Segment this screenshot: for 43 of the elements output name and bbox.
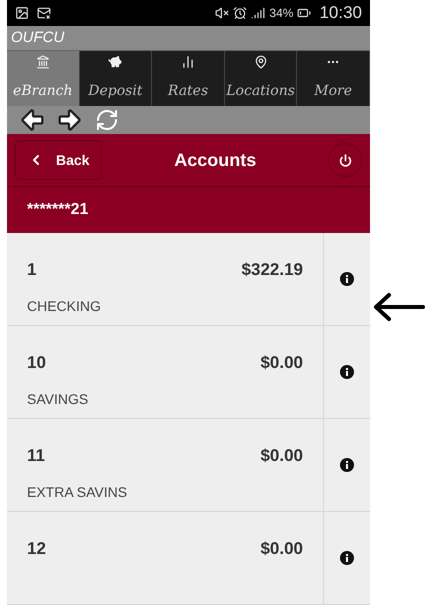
back-button[interactable]: Back xyxy=(15,140,102,180)
nav-tab[interactable]: Rates xyxy=(152,50,225,106)
account-row[interactable]: 12 $0.00 xyxy=(7,512,370,605)
logout-button[interactable] xyxy=(328,143,362,178)
piggy-bank-icon xyxy=(108,54,122,69)
info-icon[interactable] xyxy=(340,365,354,380)
app-title: OUFCU xyxy=(11,28,64,48)
map-pin-icon xyxy=(254,54,268,69)
member-number: *******21 xyxy=(27,200,88,220)
info-icon[interactable] xyxy=(340,272,354,286)
bar-chart-icon xyxy=(180,54,195,69)
bank-icon xyxy=(36,54,50,69)
nav-tab[interactable]: Deposit xyxy=(80,50,152,106)
power-icon xyxy=(338,154,352,167)
info-icon[interactable] xyxy=(340,458,354,472)
nav-tab[interactable]: eBranch xyxy=(7,50,80,106)
mute-icon xyxy=(215,6,230,20)
account-type: SAVINGS xyxy=(27,390,88,407)
account-number: 12 xyxy=(27,538,46,560)
signal-icon xyxy=(251,6,266,20)
nav-tab[interactable]: Locations xyxy=(224,50,298,106)
account-balance: $0.00 xyxy=(260,538,303,560)
account-row[interactable]: 1 $322.19 CHECKING xyxy=(7,233,370,326)
account-number: 1 xyxy=(27,259,36,282)
refresh-icon[interactable] xyxy=(95,108,119,132)
account-balance: $0.00 xyxy=(260,352,303,374)
account-type: EXTRA SAVINS xyxy=(27,484,128,500)
mail-icon xyxy=(37,6,51,20)
nav-tab[interactable]: More xyxy=(297,50,370,106)
image-icon xyxy=(15,6,29,20)
account-row[interactable]: 10 $0.00 SAVINGS xyxy=(7,326,370,420)
alarm-icon xyxy=(233,6,248,20)
account-number: 11 xyxy=(27,445,45,468)
account-row[interactable]: 11 $0.00 EXTRA SAVINS xyxy=(7,419,370,512)
info-icon[interactable] xyxy=(340,551,354,566)
account-number: 10 xyxy=(27,352,46,374)
page-title: Accounts xyxy=(173,148,258,172)
pointer-arrow-drawing xyxy=(373,292,425,322)
account-balance: $0.00 xyxy=(260,445,303,468)
battery-percent: 34% xyxy=(269,5,294,22)
account-type: CHECKING xyxy=(27,298,101,314)
account-balance: $322.19 xyxy=(242,259,303,282)
clock-time: 10:30 xyxy=(319,2,362,24)
